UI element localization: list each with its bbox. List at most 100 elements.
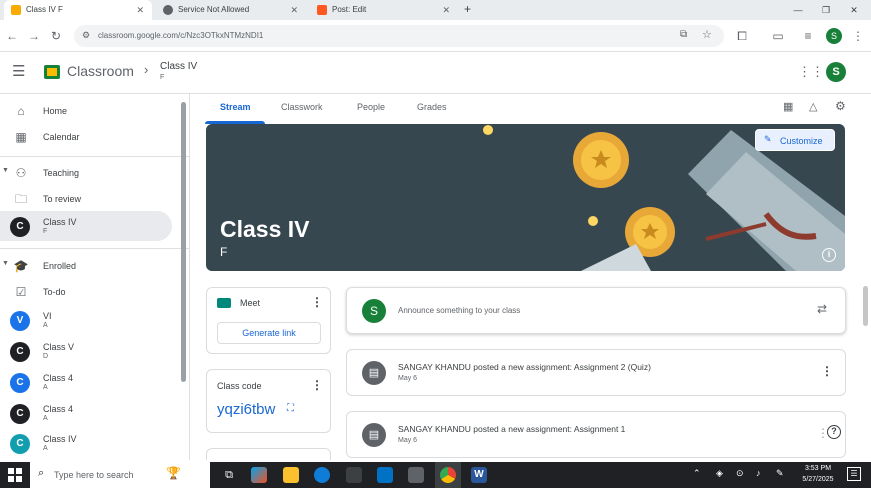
tab-stream[interactable]: Stream	[220, 102, 251, 112]
url-bar[interactable]: ⚙ classroom.google.com/c/Nzc3OTkxNTMzNDI…	[74, 25, 724, 47]
main-menu-icon[interactable]: ☰	[12, 64, 25, 80]
tray-up-arrow-icon[interactable]: ⌃	[693, 468, 701, 479]
close-tab-icon[interactable]: ✕	[136, 0, 144, 20]
drive-folder-icon[interactable]: △	[809, 100, 817, 113]
tray-pen-icon[interactable]: ✎	[776, 468, 784, 479]
windows-start-icon[interactable]	[8, 468, 22, 482]
apps-grid-icon[interactable]: ⋮⋮	[798, 64, 824, 80]
sidebar-label: Home	[43, 106, 68, 116]
camera-icon[interactable]	[408, 467, 424, 483]
generate-link-button[interactable]: Generate link	[217, 322, 321, 344]
copilot-icon[interactable]	[251, 467, 267, 483]
collapse-caret-icon[interactable]: ▼	[2, 260, 9, 267]
globe-favicon-icon	[163, 5, 173, 15]
tab-classwork[interactable]: Classwork	[281, 102, 323, 112]
collapse-caret-icon[interactable]: ▼	[2, 167, 9, 174]
edge-icon[interactable]	[314, 467, 330, 483]
search-icon: ⌕	[38, 467, 45, 479]
translate-icon[interactable]: ⧉	[680, 29, 687, 40]
sidebar-item-to-review[interactable]: 🗀 To review	[0, 184, 172, 214]
announce-placeholder: Announce something to your class	[398, 306, 521, 315]
classroom-header: ☰ Classroom › Class IV F ⋮⋮ S	[0, 52, 871, 94]
extensions-icon[interactable]: ⧠	[734, 28, 750, 44]
profile-avatar[interactable]: S	[826, 28, 842, 44]
fullscreen-icon[interactable]: ⛶	[287, 403, 294, 414]
back-icon[interactable]: ←	[4, 28, 20, 44]
tab-service-not-allowed[interactable]: Service Not Allowed ✕	[156, 0, 306, 20]
tray-wifi-icon[interactable]: ⊙	[736, 468, 744, 479]
tab-title: Service Not Allowed	[178, 5, 250, 14]
class-avatar: C	[10, 217, 30, 237]
close-tab-icon[interactable]: ✕	[442, 0, 450, 20]
class-code-card: Class code ⋮ yqzi6tbw ⛶	[206, 369, 331, 433]
app-name[interactable]: Classroom	[67, 63, 134, 79]
tab-people[interactable]: People	[357, 102, 385, 112]
tray-volume-icon[interactable]: ♪	[756, 468, 761, 478]
close-tab-icon[interactable]: ✕	[290, 0, 298, 20]
stream-post[interactable]: ▤ SANGAY KHANDU posted a new assignment:…	[346, 411, 846, 458]
meet-more-options-icon[interactable]: ⋮	[311, 295, 323, 309]
sidebar-label: Class V	[43, 342, 75, 352]
calendar-icon[interactable]: ▦	[783, 100, 793, 113]
tab-grades[interactable]: Grades	[417, 102, 447, 112]
media-icon[interactable]: ≡	[800, 28, 816, 44]
meet-card: Meet ⋮ Generate link	[206, 287, 331, 354]
sidebar-item-enrolled-class[interactable]: V VI A	[0, 305, 172, 335]
class-code-more-options-icon[interactable]: ⋮	[311, 378, 323, 392]
stream-post[interactable]: ▤ SANGAY KHANDU posted a new assignment:…	[346, 349, 846, 396]
sidebar-item-enrolled-class[interactable]: C Class 4 A	[0, 367, 172, 397]
tab-title: Post: Edit	[332, 5, 367, 14]
classroom-logo-icon[interactable]	[44, 65, 60, 79]
forward-icon[interactable]: →	[26, 28, 42, 44]
store-icon[interactable]	[346, 467, 362, 483]
minimize-icon[interactable]: —	[784, 0, 812, 20]
bookmark-star-icon[interactable]: ☆	[702, 28, 712, 41]
taskbar-search-box[interactable]: ⌕ Type here to search 🏆	[30, 462, 210, 488]
sidebar-item-enrolled-class[interactable]: C Class IV A	[0, 428, 172, 458]
account-avatar[interactable]: S	[826, 62, 846, 82]
file-explorer-icon[interactable]	[283, 467, 299, 483]
class-code-value: yqzi6tbw	[217, 401, 276, 418]
site-info-icon[interactable]: ⚙	[82, 30, 90, 41]
close-window-icon[interactable]: ✕	[840, 0, 868, 20]
main-scrollbar[interactable]	[863, 286, 868, 326]
outlook-icon[interactable]	[377, 467, 393, 483]
tray-network-icon[interactable]: ◈	[716, 468, 723, 479]
sidebar-item-enrolled-class[interactable]: C Class V D	[0, 336, 172, 366]
clock-time[interactable]: 3:53 PM	[798, 465, 838, 472]
reload-icon[interactable]: ↻	[48, 28, 64, 44]
info-icon[interactable]: i	[822, 248, 836, 262]
task-view-icon[interactable]: ⧉	[221, 467, 237, 483]
post-date: May 6	[398, 375, 418, 382]
address-toolbar: ← → ↻ ⚙ classroom.google.com/c/Nzc3OTkxN…	[0, 20, 871, 52]
customize-button[interactable]: ✎ Customize	[755, 129, 835, 151]
clock-date[interactable]: 5/27/2025	[798, 476, 838, 483]
repost-swap-icon[interactable]: ⇄	[817, 302, 827, 316]
restore-icon[interactable]: ❐	[812, 0, 840, 20]
tab-title: Class IV F	[26, 5, 63, 14]
customize-label: Customize	[780, 136, 823, 146]
url-text: classroom.google.com/c/Nzc3OTkxNTMzNDI1	[98, 31, 264, 40]
help-icon[interactable]: ?	[827, 425, 841, 439]
notifications-icon[interactable]: ☰	[847, 467, 861, 481]
settings-gear-icon[interactable]: ⚙	[835, 99, 846, 113]
tab-class-iv[interactable]: Class IV F ✕	[4, 0, 152, 20]
sidebar-label: Calendar	[43, 132, 80, 142]
announce-box[interactable]: S Announce something to your class ⇄	[346, 287, 846, 334]
chrome-taskbar-button[interactable]	[435, 462, 461, 488]
post-more-options-icon[interactable]: ⋮	[821, 364, 833, 378]
sidebar-item-calendar[interactable]: ▦ Calendar	[0, 122, 172, 152]
breadcrumb-class-title[interactable]: Class IV	[160, 61, 197, 72]
sidebar-item-todo[interactable]: ☑ To-do	[0, 277, 172, 307]
sidebar-item-enrolled-class[interactable]: C Class 4 A	[0, 398, 172, 428]
class-code-label: Class code	[217, 381, 262, 391]
new-tab-button[interactable]: +	[464, 2, 471, 16]
chrome-menu-icon[interactable]: ⋮	[850, 28, 866, 44]
sidebar-item-class-iv-f[interactable]: C Class IV F	[0, 211, 172, 241]
divider	[0, 248, 189, 249]
tab-post-edit[interactable]: Post: Edit ✕	[310, 0, 458, 20]
sidebar-scrollbar[interactable]	[181, 102, 186, 382]
class-avatar: C	[10, 373, 30, 393]
word-icon[interactable]: W	[471, 467, 487, 483]
tab-search-icon[interactable]: ▭	[770, 28, 786, 44]
